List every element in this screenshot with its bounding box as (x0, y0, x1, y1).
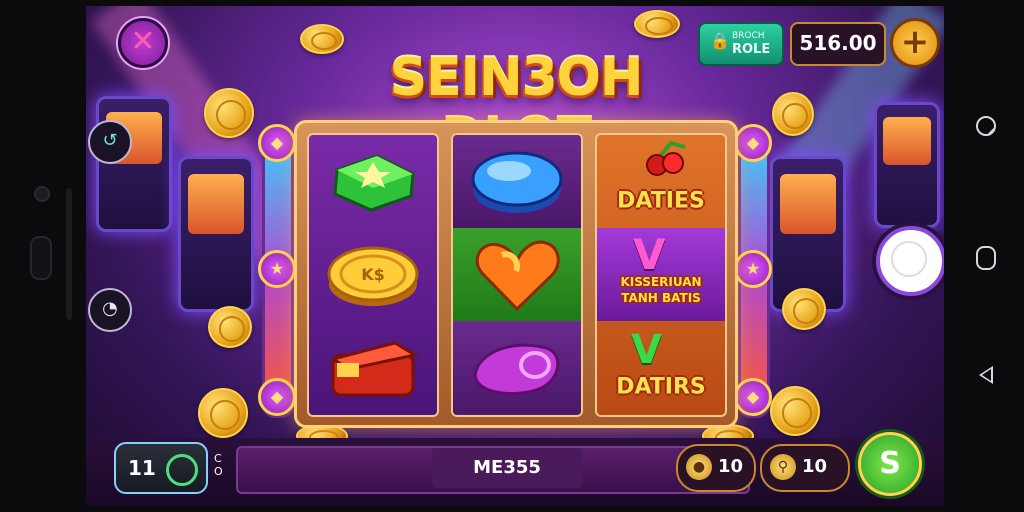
v-letter-icon: V (633, 230, 666, 279)
coin-icon (770, 386, 820, 436)
reel-middle (451, 133, 583, 417)
svg-text:K$: K$ (361, 265, 385, 284)
gold-coin-icon: K$ (327, 246, 419, 306)
green-gem-icon (333, 153, 415, 212)
star-icon: ◆ (734, 124, 772, 162)
close-button[interactable]: ✕ (118, 18, 168, 68)
purple-gem-icon (473, 343, 560, 395)
coin-icon (634, 10, 680, 38)
coin-icon (772, 92, 814, 136)
coin-icon (782, 288, 826, 330)
small-label-1: C (214, 452, 222, 465)
spin-button[interactable]: S (858, 432, 922, 496)
camera-icon (34, 186, 50, 202)
badge-line1: BROCH (732, 31, 765, 41)
sound-icon: ◔ (102, 298, 118, 319)
center-label: ME355 (432, 448, 582, 488)
symbol-text-tanh-batis: TANH BATIS (621, 291, 701, 305)
balance-display: 516.00 (790, 22, 886, 66)
history-button[interactable]: ↺ (88, 120, 132, 164)
star-icon: ◆ (258, 124, 296, 162)
back-icon[interactable] (979, 366, 993, 384)
rank-badge[interactable]: 🔒 BROCH ROLE (698, 22, 784, 66)
reel-cell: V KISSERIUAN TANH BATIS (597, 228, 725, 321)
heart-icon (475, 240, 560, 311)
v-letter-icon: V (631, 327, 662, 373)
badge-line2: ROLE (732, 42, 771, 57)
android-nav-bar (948, 0, 1024, 512)
treasure-chest-icon (329, 340, 420, 396)
reel-cell: V DATIRS (597, 321, 725, 414)
reel-cell (453, 321, 581, 414)
reel-cell (309, 321, 437, 414)
add-funds-button[interactable]: + (890, 18, 940, 68)
coin-icon (208, 306, 252, 348)
symbol-text-datirs: DATIRS (616, 374, 706, 400)
small-label: C O (214, 452, 223, 478)
blue-gem-icon (471, 151, 563, 213)
coin-value-selector[interactable]: ● 10 (676, 444, 756, 492)
lock-icon: 🔒 (710, 31, 730, 50)
side-button (30, 236, 52, 280)
star-icon: ★ (734, 250, 772, 288)
arcade-machine-bg (178, 156, 254, 312)
coin-icon (204, 88, 254, 138)
star-icon: ◆ (258, 378, 296, 416)
arcade-machine-bg (874, 102, 940, 228)
autoplay-icon (166, 454, 198, 486)
phone-frame: ✕ SEIN3OH DLOT 🔒 BROCH ROLE 516.00 + ↺ ◔… (0, 0, 1024, 512)
reel-left: K$ (307, 133, 439, 417)
cherry-icon (646, 140, 686, 176)
small-label-2: O (214, 465, 223, 478)
game-screen: ✕ SEIN3OH DLOT 🔒 BROCH ROLE 516.00 + ↺ ◔… (86, 6, 944, 506)
coin-icon (198, 388, 248, 438)
coin-value: 10 (718, 456, 744, 477)
reel-cell: DATIES (597, 135, 725, 228)
symbol-text-kisseriuan: KISSERIUAN (620, 275, 702, 289)
bet-lines-button[interactable]: 11 (114, 442, 208, 494)
reel-right: DATIES V KISSERIUAN TANH BATIS V DATIRS (595, 133, 727, 417)
star-icon: ★ (258, 250, 296, 288)
bet-amount-value: 10 (802, 456, 828, 477)
slot-reels: K$ DATIES V KISSERIUAN TANH BATIS V DATI… (294, 120, 738, 428)
speaker-grille (66, 188, 72, 320)
reel-cell (309, 135, 437, 228)
coin-icon: ● (686, 454, 712, 480)
reel-cell (453, 228, 581, 321)
arcade-machine-bg (96, 96, 172, 232)
reel-cell: K$ (309, 228, 437, 321)
symbol-text-daties: DATIES (617, 188, 705, 214)
plus-icon: + (900, 22, 930, 62)
home-icon[interactable] (976, 246, 996, 270)
bet-lines-value: 11 (128, 456, 156, 480)
star-icon: ◆ (734, 378, 772, 416)
sound-button[interactable]: ◔ (88, 288, 132, 332)
spin-icon: S (879, 446, 901, 481)
key-icon: ⚲ (770, 454, 796, 480)
record-button[interactable] (876, 226, 944, 296)
close-icon: ✕ (130, 24, 156, 59)
bet-amount-selector[interactable]: ⚲ 10 (760, 444, 850, 492)
reel-cell (453, 135, 581, 228)
search-icon[interactable] (976, 116, 996, 136)
history-icon: ↺ (102, 130, 118, 151)
